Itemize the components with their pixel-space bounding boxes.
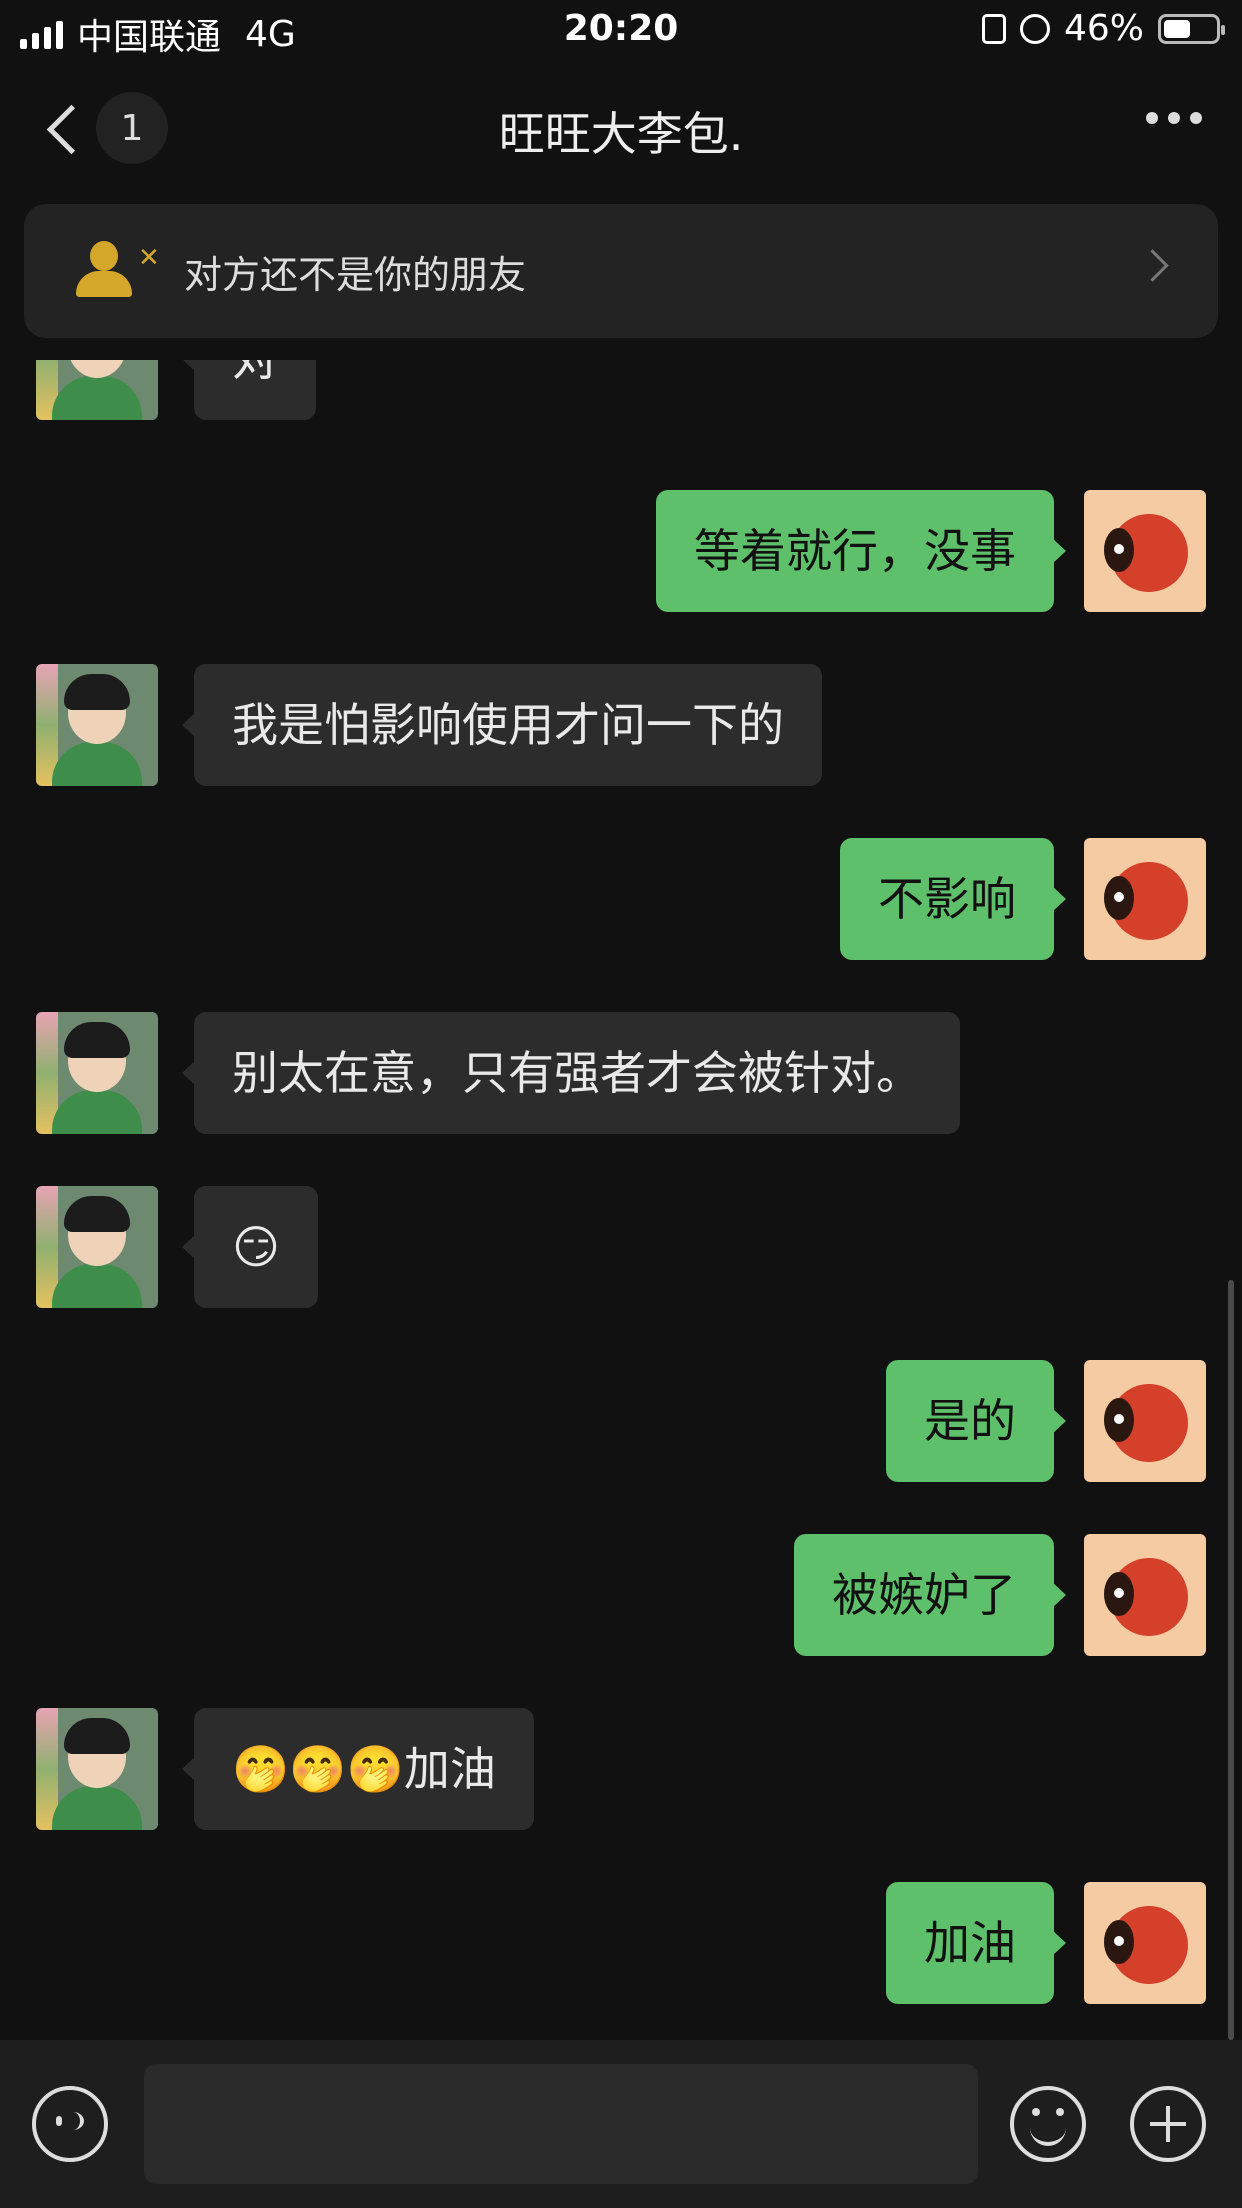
rotation-lock-icon [1019,13,1050,44]
notice-text: 对方还不是你的朋友 [184,252,527,297]
message-bubble-outgoing[interactable]: 加油 [886,1882,1066,2004]
message-bubble-incoming[interactable]: 别太在意，只有强者才会被针对。 [182,1012,960,1134]
user-x-icon: ✕ [74,241,160,301]
message-input[interactable] [144,2064,978,2184]
message-bubble-outgoing[interactable]: 被嫉妒了 [794,1534,1066,1656]
my-avatar[interactable] [1084,838,1206,960]
chat-title: 旺旺大李包. [498,107,744,161]
plus-icon[interactable] [1130,2086,1206,2162]
battery-percent: 46% [1063,8,1144,49]
contact-card-icon [981,13,1006,44]
ellipsis-icon[interactable] [1146,112,1202,124]
message-bubble-outgoing[interactable]: 不影响 [840,838,1066,960]
message-list[interactable]: 对 等着就行，没事 我是怕影响使用才问一下的 不影响 别太在意，只有强者才会被针… [0,360,1242,2040]
message-bubble-outgoing[interactable]: 等着就行，没事 [656,490,1066,612]
chat-header: 1 旺旺大李包. [0,62,1242,192]
contact-avatar[interactable] [36,664,158,786]
message-bubble-outgoing[interactable]: 是的 [886,1360,1066,1482]
emoji-icon[interactable] [1010,2086,1086,2162]
not-friend-notice[interactable]: ✕ 对方还不是你的朋友 [24,204,1218,338]
my-avatar[interactable] [1084,1882,1206,2004]
message-bubble-incoming[interactable]: 对 [182,360,316,420]
message-bubble-incoming[interactable]: 我是怕影响使用才问一下的 [182,664,822,786]
input-bar [0,2040,1242,2208]
contact-avatar[interactable] [36,1708,158,1830]
contact-avatar[interactable] [36,360,158,420]
my-avatar[interactable] [1084,1360,1206,1482]
status-right: 46% [981,8,1225,49]
message-bubble-incoming[interactable]: 🤭🤭🤭加油 [182,1708,534,1830]
voice-icon[interactable] [32,2086,108,2162]
battery-icon [1158,13,1225,44]
my-avatar[interactable] [1084,490,1206,612]
contact-avatar[interactable] [36,1012,158,1134]
status-bar: 中国联通 4G 20:20 46% [0,0,1242,62]
my-avatar[interactable] [1084,1534,1206,1656]
contact-avatar[interactable] [36,1186,158,1308]
message-bubble-incoming[interactable]: 😏 [182,1186,318,1308]
scrollbar[interactable] [1228,1280,1234,2040]
chevron-right-icon [1136,249,1169,282]
